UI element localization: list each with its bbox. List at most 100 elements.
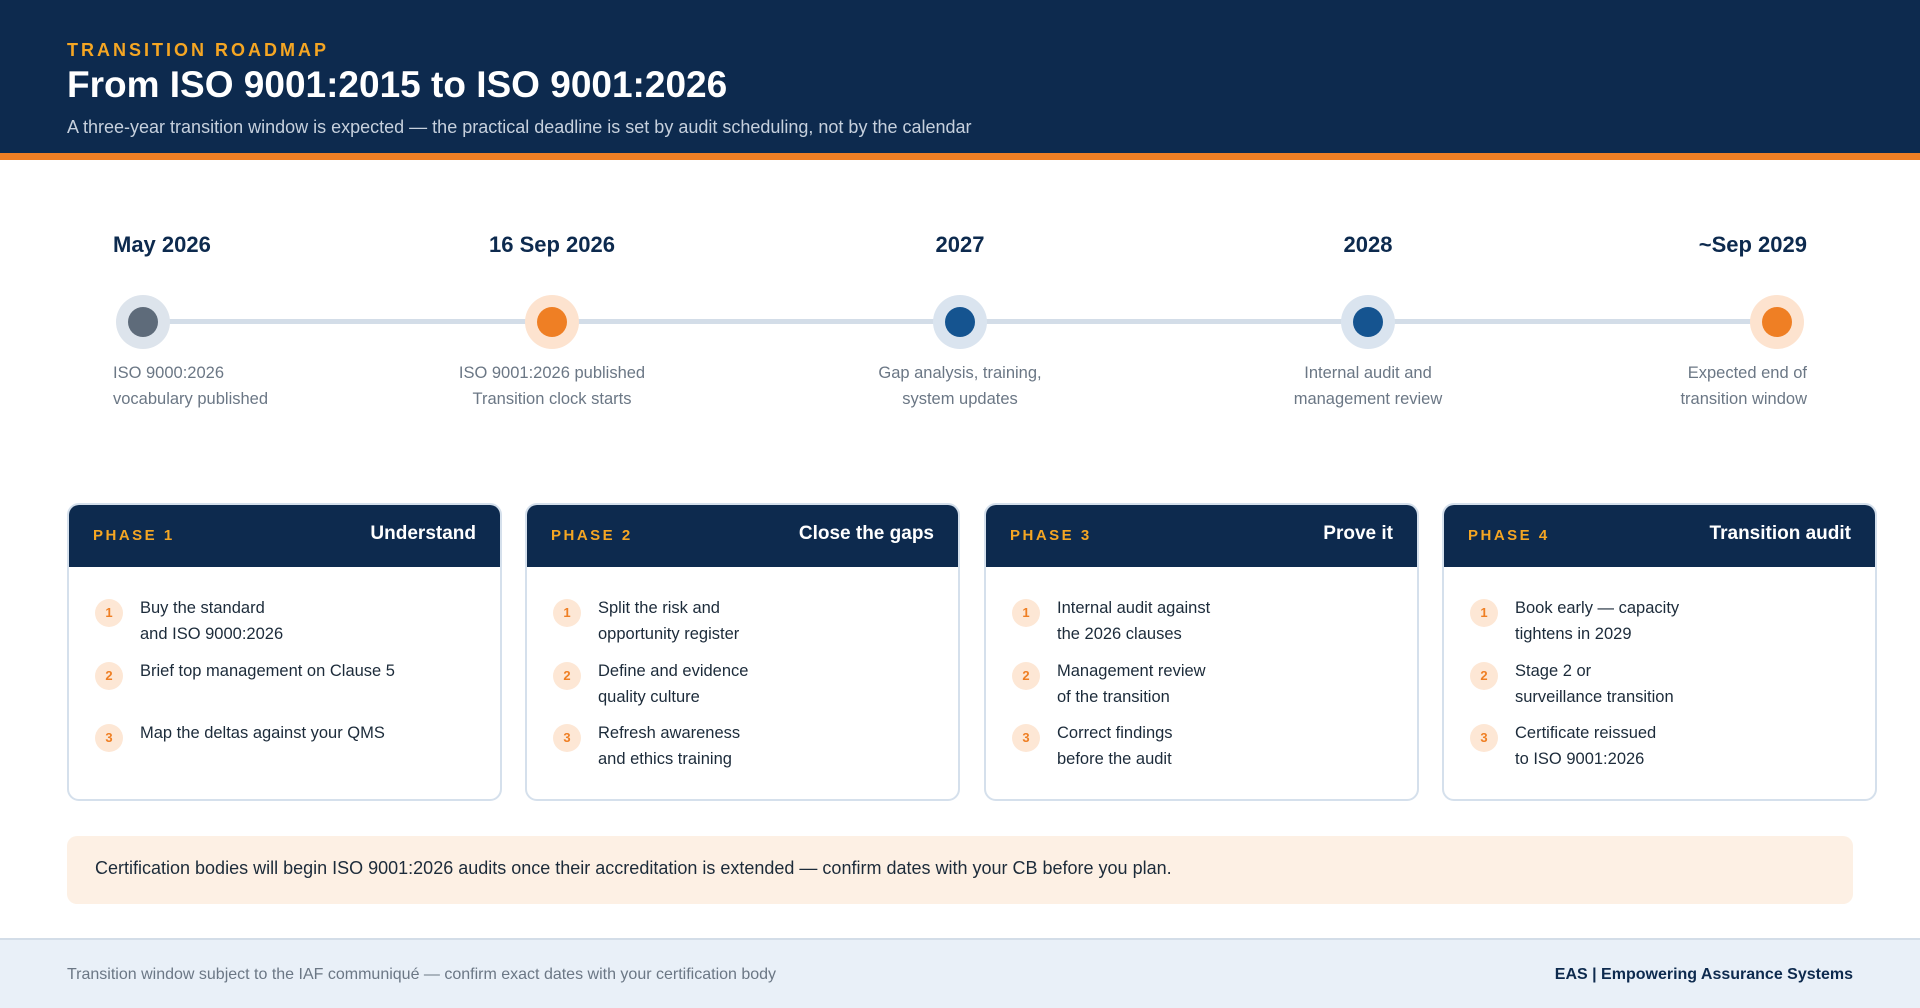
header: TRANSITION ROADMAP From ISO 9001:2015 to… (0, 0, 1920, 153)
milestone-desc-line: Internal audit and (1304, 364, 1432, 382)
callout-note: Certification bodies will begin ISO 9001… (67, 836, 1853, 904)
phase-step: 3 Map the deltas against your QMS (95, 720, 475, 776)
milestone-dot-core (945, 307, 975, 337)
timeline-milestone: 2027 Gap analysis, training, system upda… (830, 230, 1090, 408)
phase-step: 1 Book early — capacity tightens in 2029 (1470, 595, 1850, 651)
step-line: before the audit (1057, 750, 1172, 768)
milestone-dot (1341, 295, 1395, 349)
timeline: May 2026 ISO 9000:2026 vocabulary publis… (0, 230, 1920, 420)
step-number-badge: 2 (553, 662, 581, 690)
milestone-dot (116, 295, 170, 349)
step-number-badge: 2 (95, 662, 123, 690)
step-number-badge: 3 (1470, 724, 1498, 752)
step-text: Stage 2 or surveillance transition (1515, 658, 1674, 710)
footer: Transition window subject to the IAF com… (0, 938, 1920, 1008)
phase-step: 2 Define and evidence quality culture (553, 658, 933, 714)
milestone-desc-line: ISO 9001:2026 published (458, 364, 646, 382)
phase-card: PHASE 2 Close the gaps 1 Split the risk … (525, 503, 960, 801)
phase-name: Prove it (1323, 523, 1393, 544)
timeline-milestone: 2028 Internal audit and management revie… (1238, 230, 1498, 408)
phase-name: Transition audit (1709, 523, 1851, 544)
step-line: Management review (1057, 662, 1206, 680)
step-line: surveillance transition (1515, 688, 1674, 706)
phase-card-header: PHASE 4 Transition audit (1444, 505, 1875, 567)
milestone-date: May 2026 (113, 232, 211, 257)
step-text: Internal audit against the 2026 clauses (1057, 595, 1210, 647)
milestone-dot-core (1353, 307, 1383, 337)
step-line: Stage 2 or (1515, 662, 1592, 680)
timeline-milestone: May 2026 ISO 9000:2026 vocabulary publis… (113, 230, 373, 408)
step-line: Book early — capacity (1515, 599, 1680, 617)
milestone-description: Internal audit and management review (1238, 360, 1498, 412)
phase-card: PHASE 3 Prove it 1 Internal audit agains… (984, 503, 1419, 801)
phase-label: PHASE 4 (1468, 527, 1550, 544)
step-text: Define and evidence quality culture (598, 658, 748, 710)
phase-label: PHASE 1 (93, 527, 175, 544)
step-text: Buy the standard and ISO 9000:2026 (140, 595, 283, 647)
phase-label: PHASE 2 (551, 527, 633, 544)
page-title: From ISO 9001:2015 to ISO 9001:2026 (67, 64, 728, 105)
phase-card: PHASE 1 Understand 1 Buy the standard an… (67, 503, 502, 801)
step-line: tightens in 2029 (1515, 625, 1632, 643)
step-text: Certificate reissued to ISO 9001:2026 (1515, 720, 1656, 772)
milestone-description: Gap analysis, training, system updates (830, 360, 1090, 412)
step-line: Internal audit against (1057, 599, 1211, 617)
phase-name: Close the gaps (798, 523, 934, 544)
step-number-badge: 1 (553, 599, 581, 627)
milestone-dot-core (128, 307, 158, 337)
footer-brand: EAS | Empowering Assurance Systems (1554, 966, 1853, 983)
step-line: Brief top management on Clause 5 (140, 662, 395, 680)
milestone-description: Expected end of transition window (1547, 360, 1807, 412)
page-subtitle: A three-year transition window is expect… (67, 117, 972, 137)
milestone-dot (933, 295, 987, 349)
step-line: Correct findings (1057, 724, 1173, 742)
milestone-description: ISO 9000:2026 vocabulary published (113, 360, 373, 412)
timeline-milestone: 16 Sep 2026 ISO 9001:2026 published Tran… (422, 230, 682, 408)
phase-step: 3 Refresh awareness and ethics training (553, 720, 933, 776)
step-number-badge: 3 (95, 724, 123, 752)
step-line: opportunity register (598, 625, 740, 643)
phase-card-header: PHASE 1 Understand (69, 505, 500, 567)
step-line: Certificate reissued (1515, 724, 1657, 742)
step-line: of the transition (1057, 688, 1170, 706)
callout-note-text: Certification bodies will begin ISO 9001… (95, 858, 1172, 878)
milestone-date: 2028 (1343, 232, 1393, 257)
phase-step: 1 Internal audit against the 2026 clause… (1012, 595, 1392, 651)
step-text: Book early — capacity tightens in 2029 (1515, 595, 1679, 647)
phase-step: 1 Split the risk and opportunity registe… (553, 595, 933, 651)
milestone-desc-line: ISO 9000:2026 (113, 364, 225, 382)
milestone-dot-core (1762, 307, 1792, 337)
step-number-badge: 3 (1012, 724, 1040, 752)
eyebrow-label: TRANSITION ROADMAP (67, 40, 329, 60)
step-text: Management review of the transition (1057, 658, 1206, 710)
phase-step: 1 Buy the standard and ISO 9000:2026 (95, 595, 475, 651)
phase-step: 3 Correct findings before the audit (1012, 720, 1392, 776)
phase-name: Understand (370, 523, 476, 544)
footer-disclaimer: Transition window subject to the IAF com… (67, 966, 777, 983)
step-line: quality culture (598, 688, 700, 706)
milestone-desc-line: vocabulary published (113, 390, 269, 408)
milestone-desc-line: transition window (1680, 390, 1807, 408)
step-line: Map the deltas against your QMS (140, 724, 385, 742)
timeline-milestone: ~Sep 2029 Expected end of transition win… (1547, 230, 1807, 408)
step-line: and ethics training (598, 750, 732, 768)
milestone-date: 16 Sep 2026 (489, 232, 615, 257)
step-number-badge: 1 (95, 599, 123, 627)
phase-step: 2 Brief top management on Clause 5 (95, 658, 475, 714)
step-line: Buy the standard (140, 599, 265, 617)
milestone-dot-core (537, 307, 567, 337)
step-text: Refresh awareness and ethics training (598, 720, 740, 772)
milestone-desc-line: system updates (902, 390, 1018, 408)
step-number-badge: 1 (1470, 599, 1498, 627)
milestone-date: ~Sep 2029 (1698, 232, 1807, 257)
step-line: Split the risk and (598, 599, 720, 617)
step-line: Define and evidence (598, 662, 749, 680)
milestone-dot (1750, 295, 1804, 349)
step-line: the 2026 clauses (1057, 625, 1182, 643)
phase-cards: PHASE 1 Understand 1 Buy the standard an… (67, 503, 1877, 803)
phase-card-header: PHASE 2 Close the gaps (527, 505, 958, 567)
step-text: Brief top management on Clause 5 (140, 658, 395, 684)
milestone-desc-line: Gap analysis, training, (878, 364, 1042, 382)
step-number-badge: 3 (553, 724, 581, 752)
step-line: to ISO 9001:2026 (1515, 750, 1645, 768)
